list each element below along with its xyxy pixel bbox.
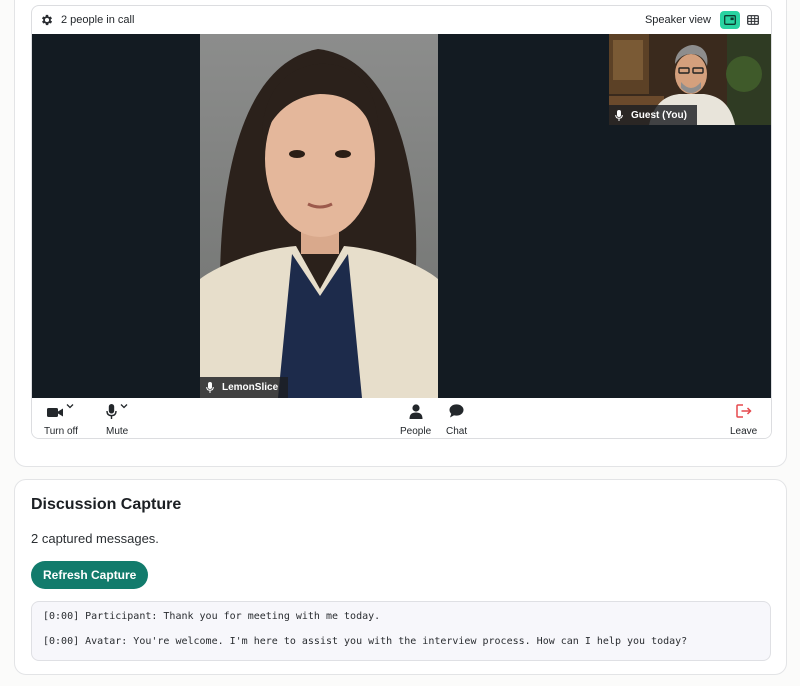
chevron-down-icon[interactable]	[66, 403, 74, 409]
mute-button[interactable]: Mute	[106, 404, 128, 437]
log-line: [0:00] Participant: Thank you for meetin…	[43, 611, 381, 622]
main-participant-name-tag: LemonSlice	[200, 377, 289, 398]
call-header: 2 people in call Speaker view	[32, 6, 771, 34]
people-label: People	[400, 426, 432, 437]
camera-toggle-button[interactable]: Turn off	[44, 404, 78, 437]
grid-view-icon	[747, 15, 759, 25]
leave-icon	[735, 404, 752, 418]
chat-bubble-icon	[449, 404, 464, 418]
microphone-icon	[615, 109, 623, 121]
main-participant-name: LemonSlice	[222, 382, 279, 393]
people-button[interactable]: People	[400, 404, 431, 437]
capture-title: Discussion Capture	[31, 496, 182, 513]
call-controls-bar: Turn off Mute People Chat Leave	[32, 398, 771, 438]
speaker-view-button[interactable]	[720, 11, 740, 29]
participant-count: 2 people in call	[61, 14, 135, 26]
leave-label: Leave	[730, 426, 758, 437]
video-call-frame: 2 people in call Speaker view LemonSlice…	[31, 5, 772, 439]
discussion-capture-card: Discussion Capture 2 captured messages. …	[14, 479, 787, 675]
speaker-view-icon	[724, 15, 736, 25]
self-participant-name: Guest (You)	[631, 109, 687, 121]
log-line: [0:00] Avatar: You're welcome. I'm here …	[43, 636, 688, 647]
speaker-video-feed	[200, 34, 438, 398]
gear-icon[interactable]	[40, 13, 54, 27]
self-video-tile[interactable]: Guest (You)	[609, 34, 771, 125]
self-participant-name-tag: Guest (You)	[609, 105, 697, 125]
leave-call-button[interactable]: Leave	[730, 404, 757, 437]
chat-button[interactable]: Chat	[446, 404, 467, 437]
call-card: 2 people in call Speaker view LemonSlice…	[14, 0, 787, 467]
mute-label: Mute	[106, 426, 129, 437]
person-icon	[409, 404, 423, 419]
captured-count: 2 captured messages.	[31, 531, 159, 546]
camera-toggle-label: Turn off	[44, 426, 78, 437]
chevron-down-icon[interactable]	[120, 403, 128, 409]
capture-log: [0:00] Participant: Thank you for meetin…	[31, 601, 771, 661]
microphone-icon	[206, 382, 214, 393]
video-camera-icon	[47, 408, 64, 417]
view-mode-label: Speaker view	[644, 14, 711, 26]
chat-label: Chat	[446, 426, 468, 437]
main-video-tile[interactable]: LemonSlice	[200, 34, 438, 398]
microphone-icon	[106, 404, 117, 419]
refresh-capture-button[interactable]: Refresh Capture	[31, 561, 149, 589]
grid-view-button[interactable]	[743, 11, 763, 29]
video-stage: LemonSlice Guest (You)	[32, 34, 771, 398]
